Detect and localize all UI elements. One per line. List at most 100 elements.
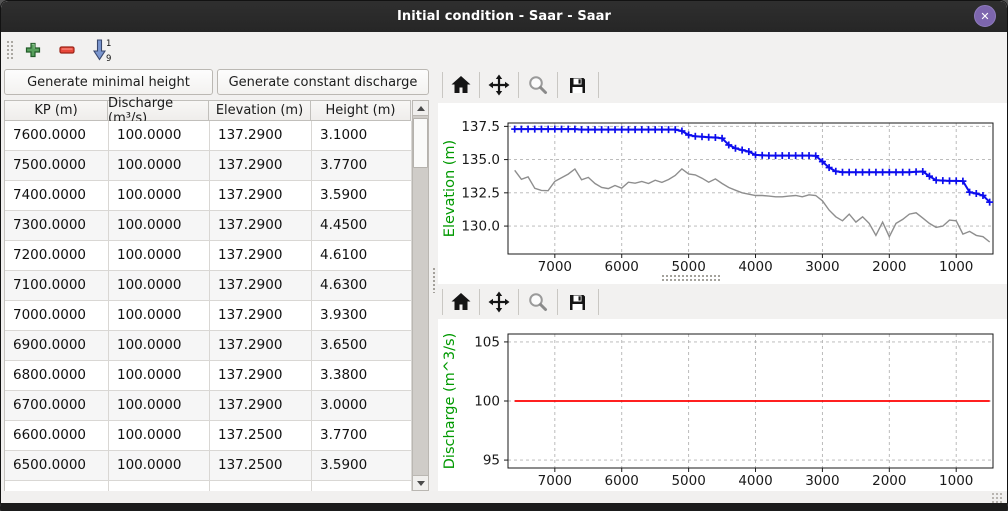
table-cell[interactable]: 3.3800 [312, 361, 412, 391]
table-cell[interactable]: 137.2900 [210, 331, 312, 361]
pan-button[interactable] [487, 290, 511, 314]
table-cell[interactable]: 137.2900 [210, 181, 312, 211]
scrollbar-thumb[interactable] [413, 118, 428, 168]
table-cell[interactable]: 6500.0000 [5, 451, 109, 481]
svg-text:2000: 2000 [872, 473, 906, 489]
scrollbar-down-button[interactable] [413, 475, 428, 490]
titlebar[interactable]: Initial condition - Saar - Saar ✕ [1, 1, 1007, 32]
svg-text:2000: 2000 [872, 259, 906, 275]
svg-text:1000: 1000 [939, 473, 973, 489]
table-cell[interactable]: 137.2900 [210, 301, 312, 331]
table-cell[interactable]: 7100.0000 [5, 271, 109, 301]
table-row[interactable]: 7000.0000100.0000137.29003.9300 [5, 301, 412, 331]
close-button[interactable]: ✕ [974, 5, 996, 27]
table-cell[interactable]: 100.0000 [109, 361, 210, 391]
table-cell[interactable]: 3.9300 [312, 301, 412, 331]
table-row[interactable]: 6700.0000100.0000137.29003.0000 [5, 391, 412, 421]
toolbar-drag-handle[interactable] [6, 40, 13, 60]
generate-constant-discharge-button[interactable]: Generate constant discharge [217, 69, 429, 95]
table-cell[interactable]: 100.0000 [109, 241, 210, 271]
table-cell[interactable]: 4.6300 [312, 271, 412, 301]
table-cell[interactable]: 137.2900 [210, 361, 312, 391]
table-cell[interactable]: 137.2500 [210, 451, 312, 481]
add-row-button[interactable] [20, 37, 46, 63]
elevation-plot-canvas[interactable]: 7000600050004000300020001000137.5135.013… [438, 103, 1007, 284]
table-cell[interactable]: 137.2900 [210, 151, 312, 181]
table-row[interactable]: 7400.0000100.0000137.29003.5900 [5, 181, 412, 211]
table-cell[interactable] [5, 481, 109, 491]
table-cell[interactable]: 7500.0000 [5, 151, 109, 181]
table-cell[interactable]: 3.1000 [312, 121, 412, 151]
table-row[interactable] [5, 481, 412, 491]
home-button[interactable] [449, 73, 473, 97]
table-cell[interactable]: 137.2900 [210, 271, 312, 301]
resize-grip[interactable] [991, 492, 1003, 503]
table-cell[interactable]: 6600.0000 [5, 421, 109, 451]
table-cell[interactable]: 100.0000 [109, 211, 210, 241]
table-cell[interactable]: 4.6100 [312, 241, 412, 271]
table-cell[interactable]: 3.5900 [312, 181, 412, 211]
table-cell[interactable]: 7300.0000 [5, 211, 109, 241]
generate-minimal-height-button[interactable]: Generate minimal height [4, 69, 213, 95]
table-cell[interactable]: 7600.0000 [5, 121, 109, 151]
table-cell[interactable]: 100.0000 [109, 451, 210, 481]
svg-text:Elevation (m): Elevation (m) [442, 140, 458, 237]
table-cell[interactable]: 4.4500 [312, 211, 412, 241]
column-header[interactable]: Height (m) [311, 100, 411, 121]
table-cell[interactable]: 100.0000 [109, 121, 210, 151]
table-row[interactable]: 6900.0000100.0000137.29003.6500 [5, 331, 412, 361]
table-cell[interactable]: 100.0000 [109, 271, 210, 301]
table-cell[interactable]: 137.2900 [210, 241, 312, 271]
save-button[interactable] [565, 290, 589, 314]
figure-splitter[interactable] [661, 274, 721, 281]
table-row[interactable]: 7200.0000100.0000137.29004.6100 [5, 241, 412, 271]
column-header[interactable]: Elevation (m) [209, 100, 311, 121]
table-row[interactable]: 7600.0000100.0000137.29003.1000 [5, 121, 412, 151]
table-cell[interactable]: 137.2500 [210, 421, 312, 451]
pan-button[interactable] [487, 73, 511, 97]
table-cell[interactable] [210, 481, 312, 491]
table-row[interactable]: 7300.0000100.0000137.29004.4500 [5, 211, 412, 241]
column-header[interactable]: KP (m) [4, 100, 108, 121]
table-row[interactable]: 7500.0000100.0000137.29003.7700 [5, 151, 412, 181]
table-cell[interactable]: 6700.0000 [5, 391, 109, 421]
table-cell[interactable]: 7000.0000 [5, 301, 109, 331]
scrollbar-up-button[interactable] [413, 101, 428, 116]
table-cell[interactable] [312, 481, 412, 491]
table-cell[interactable]: 7200.0000 [5, 241, 109, 271]
table-cell[interactable]: 6900.0000 [5, 331, 109, 361]
table-cell[interactable] [109, 481, 210, 491]
table-row[interactable]: 6600.0000100.0000137.25003.7700 [5, 421, 412, 451]
table-cell[interactable]: 3.0000 [312, 391, 412, 421]
table-cell[interactable]: 100.0000 [109, 421, 210, 451]
table-cell[interactable]: 100.0000 [109, 181, 210, 211]
home-button[interactable] [449, 290, 473, 314]
table-cell[interactable]: 100.0000 [109, 301, 210, 331]
save-button[interactable] [565, 73, 589, 97]
zoom-button[interactable] [526, 290, 550, 314]
table-cell[interactable]: 3.7700 [312, 421, 412, 451]
table-cell[interactable]: 100.0000 [109, 331, 210, 361]
table-cell[interactable]: 3.6500 [312, 331, 412, 361]
table-cell[interactable]: 137.2900 [210, 121, 312, 151]
table-cell[interactable]: 7400.0000 [5, 181, 109, 211]
table-scrollbar[interactable] [412, 100, 429, 491]
remove-row-button[interactable] [54, 37, 80, 63]
table-cell[interactable]: 100.0000 [109, 151, 210, 181]
table-cell[interactable]: 3.7700 [312, 151, 412, 181]
sort-rows-button[interactable]: 1 9 [88, 37, 114, 63]
table-cell[interactable]: 3.5900 [312, 451, 412, 481]
table-cell[interactable]: 6800.0000 [5, 361, 109, 391]
table-row[interactable]: 6800.0000100.0000137.29003.3800 [5, 361, 412, 391]
zoom-button[interactable] [526, 73, 550, 97]
table-row[interactable]: 6500.0000100.0000137.25003.5900 [5, 451, 412, 481]
close-icon: ✕ [980, 10, 989, 23]
table-cell[interactable]: 137.2900 [210, 391, 312, 421]
discharge-plot-canvas[interactable]: 700060005000400030002000100010510095Disc… [438, 319, 1007, 491]
table-cell[interactable]: 100.0000 [109, 391, 210, 421]
pane-splitter[interactable] [430, 67, 438, 491]
table-row[interactable]: 7100.0000100.0000137.29004.6300 [5, 271, 412, 301]
triangle-up-icon [417, 106, 425, 111]
column-header[interactable]: Discharge (m³/s) [108, 100, 209, 121]
table-cell[interactable]: 137.2900 [210, 211, 312, 241]
